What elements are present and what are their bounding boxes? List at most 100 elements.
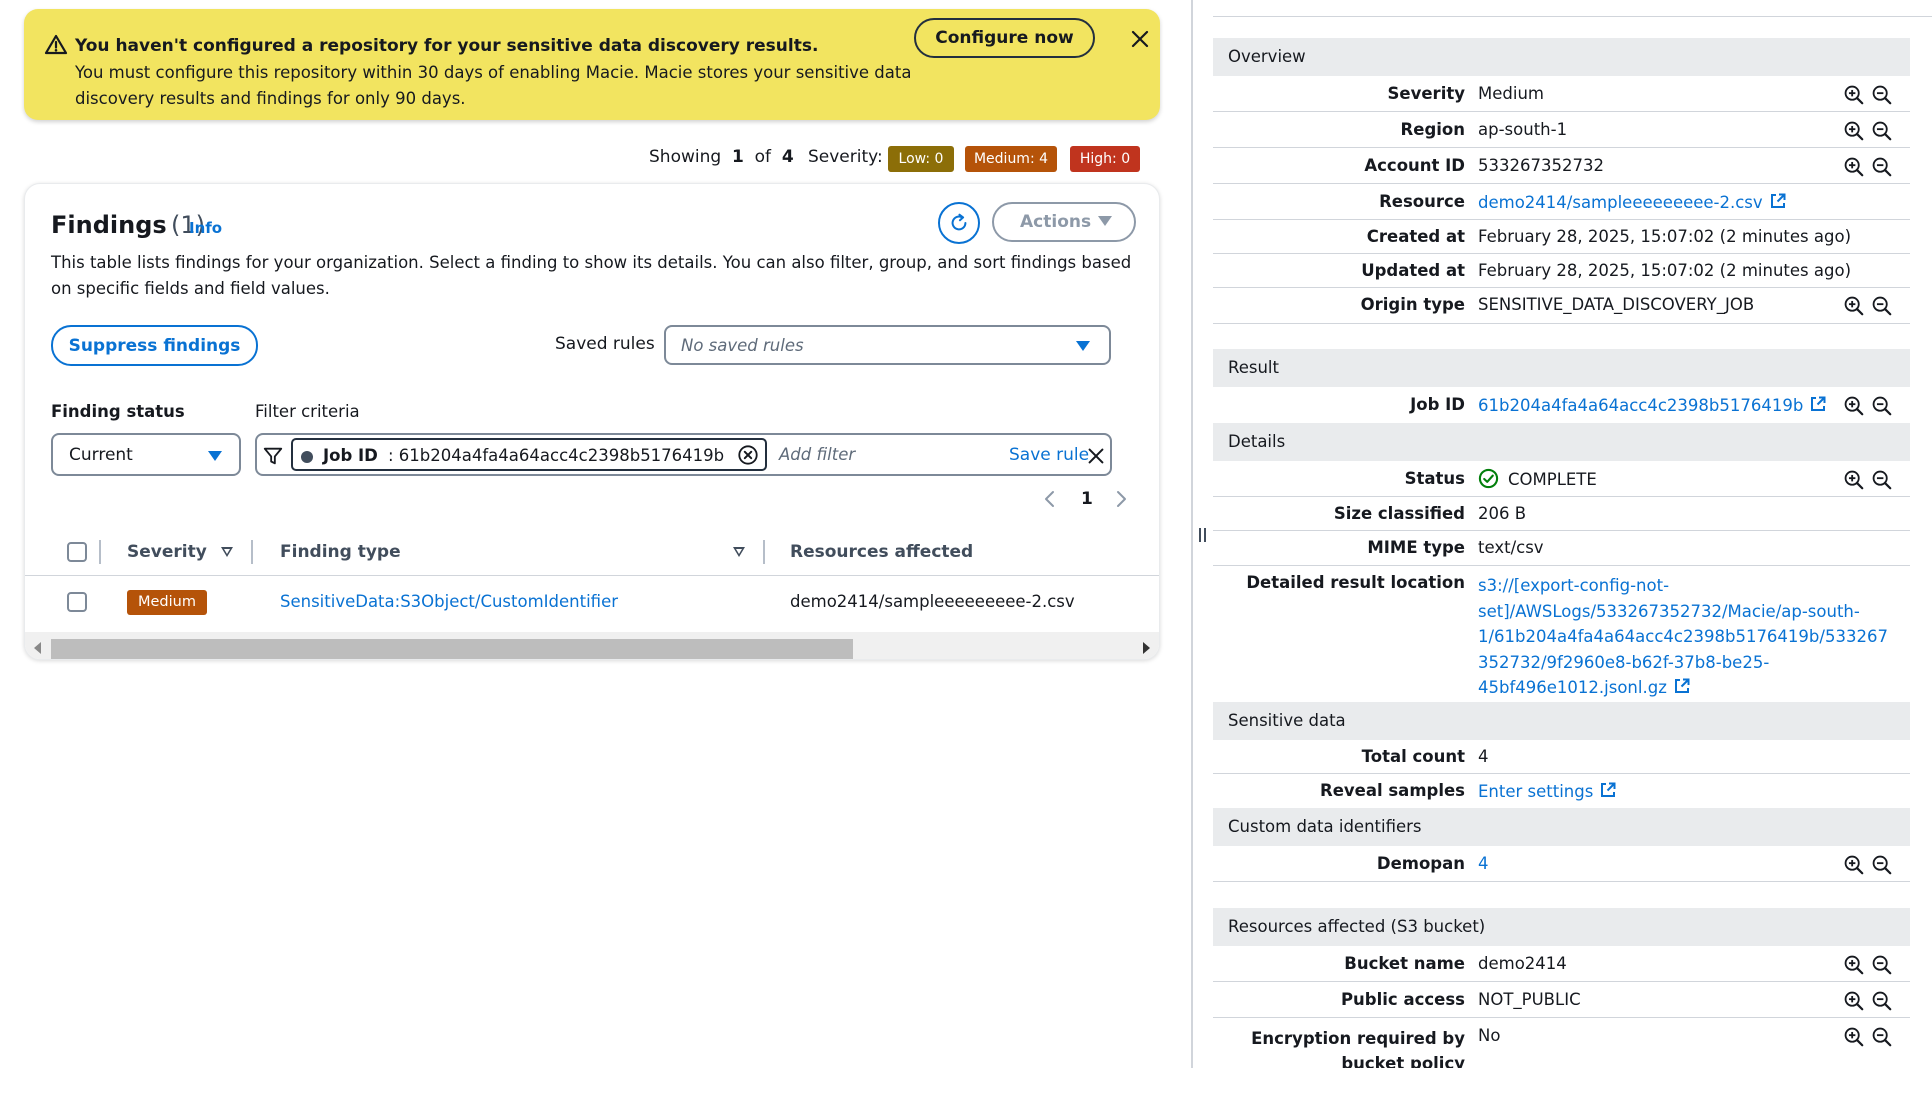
close-icon[interactable] [1128,27,1152,51]
column-separator [251,540,253,564]
result-location-link[interactable]: s3://[export-config-not- set]/AWSLogs/53… [1478,573,1898,701]
enter-settings-link[interactable]: Enter settings [1478,781,1617,801]
detail-value: February 28, 2025, 15:07:02 (2 minutes a… [1478,227,1852,246]
zoom-out-icon[interactable] [1871,954,1893,976]
detail-row-bucket-name: Bucket name demo2414 [1213,946,1910,982]
zoom-in-icon[interactable] [1843,395,1865,417]
zoom-in-icon[interactable] [1843,954,1865,976]
zoom-in-icon[interactable] [1843,1026,1865,1048]
zoom-out-icon[interactable] [1871,1026,1893,1048]
detail-key: Status [1404,469,1465,488]
table-row[interactable]: Medium SensitiveData:S3Object/CustomIden… [25,576,1159,629]
column-header-finding-type[interactable]: Finding type [280,542,401,562]
detail-row-status: Status COMPLETE [1213,461,1910,497]
save-rule-link[interactable]: Save rule [1009,445,1089,465]
external-link-icon [1770,193,1786,208]
zoom-out-icon[interactable] [1871,854,1893,876]
horizontal-scrollbar[interactable] [25,632,1159,659]
previous-page-icon[interactable] [1042,488,1058,510]
saved-rules-placeholder: No saved rules [681,336,804,355]
zoom-in-icon[interactable] [1843,295,1865,317]
job-id-link[interactable]: 61b204a4fa4a64acc4c2398b5176419b [1478,395,1827,415]
clear-filters-icon[interactable] [1085,445,1107,467]
zoom-in-icon[interactable] [1843,120,1865,142]
add-filter-input[interactable]: Add filter [779,445,855,464]
zoom-in-icon[interactable] [1843,84,1865,106]
sort-icon[interactable] [221,547,233,557]
resize-handle-icon[interactable] [1199,528,1209,542]
scroll-right-icon[interactable] [1143,642,1150,654]
pane-divider [1191,0,1193,1068]
section-header-custom-data-identifiers: Custom data identifiers [1213,808,1910,846]
zoom-out-icon[interactable] [1871,84,1893,106]
refresh-button[interactable] [938,202,980,244]
detail-key: Detailed result location [1246,573,1465,592]
zoom-in-icon[interactable] [1843,156,1865,178]
resource-link[interactable]: demo2414/sampleeeeeeeee-2.csv [1478,192,1787,212]
zoom-in-icon[interactable] [1843,990,1865,1012]
configure-now-button[interactable]: Configure now [914,18,1095,58]
detail-row-encryption-required: Encryption required by bucket policy No [1213,1018,1910,1068]
detail-row-detailed-result-location: Detailed result location s3://[export-co… [1213,566,1910,702]
detail-value: 206 B [1478,504,1527,523]
severity-high-badge: High: 0 [1070,146,1140,172]
detail-row-size-classified: Size classified 206 B [1213,497,1910,531]
showing-count: Showing 1 of 4 [649,147,794,167]
finding-status-select[interactable]: Current [51,433,241,476]
suppress-findings-button[interactable]: Suppress findings [51,325,258,366]
column-header-resources-affected[interactable]: Resources affected [790,542,973,562]
detail-key: Created at [1366,227,1465,246]
resource-affected: demo2414/sampleeeeeeeee-2.csv [790,592,1075,611]
token-dot-icon [301,451,313,463]
zoom-out-icon[interactable] [1871,156,1893,178]
severity-low-badge: Low: 0 [888,146,954,172]
sort-icon[interactable] [733,547,745,557]
zoom-out-icon[interactable] [1871,120,1893,142]
detail-row-account-id: Account ID 533267352732 [1213,148,1910,184]
showing-current: 1 [731,147,744,167]
detail-value: SENSITIVE_DATA_DISCOVERY_JOB [1478,295,1755,314]
zoom-in-icon[interactable] [1843,469,1865,491]
zoom-out-icon[interactable] [1871,395,1893,417]
row-checkbox[interactable] [67,592,87,612]
warning-banner: You haven't configured a repository for … [24,9,1160,120]
next-page-icon[interactable] [1113,488,1129,510]
zoom-in-icon[interactable] [1843,854,1865,876]
detail-key: MIME type [1367,538,1465,557]
detail-row-severity: Severity Medium [1213,76,1910,112]
caret-down-icon [1098,216,1112,226]
info-link[interactable]: Info [189,219,222,237]
detail-key: Resource [1379,192,1465,211]
filter-token-job-id[interactable]: Job ID : 61b204a4fa4a64acc4c2398b5176419… [291,438,767,471]
section-header-sensitive-data: Sensitive data [1213,702,1910,740]
filter-criteria-input[interactable]: Job ID : 61b204a4fa4a64acc4c2398b5176419… [255,433,1112,476]
scrollbar-thumb[interactable] [51,639,853,659]
detail-row-reveal-samples: Reveal samples Enter settings [1213,774,1910,808]
column-header-severity[interactable]: Severity [127,542,207,562]
findings-table-container: Findings (1) Info Actions This table lis… [24,183,1160,660]
detail-row-origin-type: Origin type SENSITIVE_DATA_DISCOVERY_JOB [1213,288,1910,324]
zoom-out-icon[interactable] [1871,295,1893,317]
warning-icon [44,34,68,55]
saved-rules-select[interactable]: No saved rules [664,325,1111,365]
filter-criteria-label: Filter criteria [255,402,360,421]
scroll-left-icon[interactable] [34,642,41,654]
zoom-out-icon[interactable] [1871,990,1893,1012]
detail-key: Region [1400,120,1465,139]
detail-key: Origin type [1360,295,1465,314]
zoom-out-icon[interactable] [1871,469,1893,491]
page-number[interactable]: 1 [1081,489,1093,509]
severity-medium-badge: Medium: 4 [965,146,1057,172]
external-link-icon [1811,396,1826,411]
detail-key: Account ID [1364,156,1465,175]
remove-filter-icon[interactable] [737,444,759,466]
showing-of: of [754,147,772,167]
detail-value: February 28, 2025, 15:07:02 (2 minutes a… [1478,261,1852,280]
filter-icon [263,447,283,465]
actions-dropdown-button[interactable]: Actions [992,202,1136,242]
demopan-count-link[interactable]: 4 [1478,854,1489,873]
detail-row-job-id: Job ID 61b204a4fa4a64acc4c2398b5176419b [1213,387,1910,423]
detail-value: 533267352732 [1478,156,1604,175]
select-all-checkbox[interactable] [67,542,87,562]
finding-type-link[interactable]: SensitiveData:S3Object/CustomIdentifier [280,592,618,611]
